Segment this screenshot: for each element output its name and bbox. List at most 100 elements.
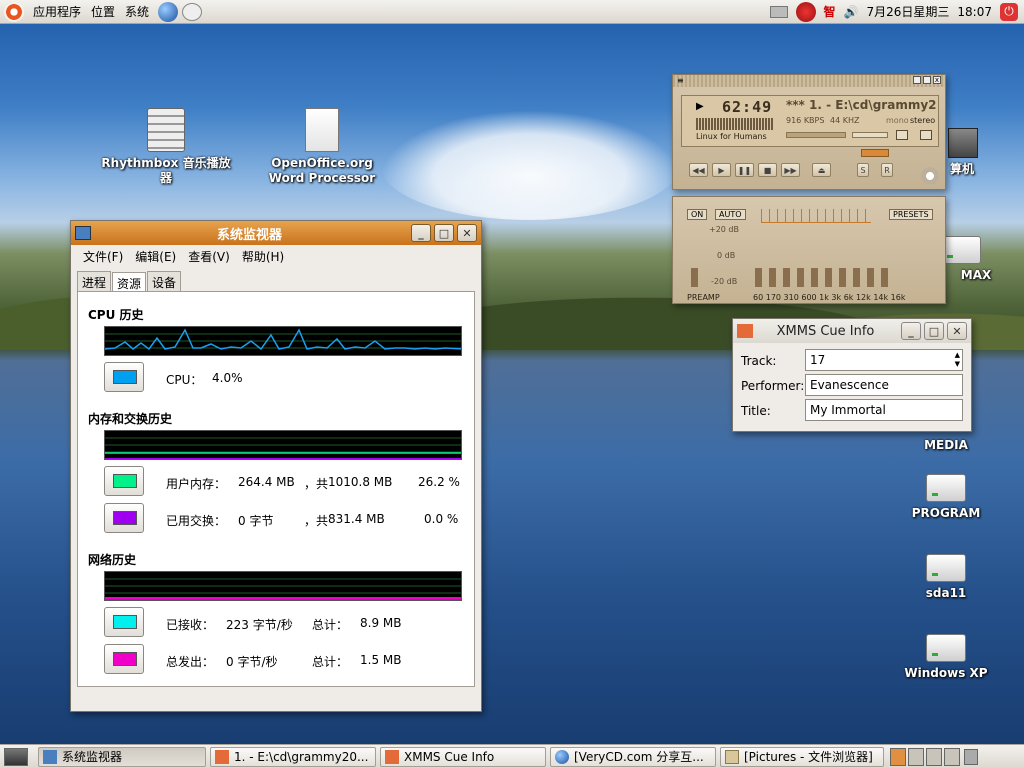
cpu-label: CPU：: [166, 373, 203, 387]
track-spinbox[interactable]: 17 ▲ ▼: [805, 349, 963, 371]
menu-applications[interactable]: 应用程序: [28, 0, 86, 24]
track-title-scroller[interactable]: *** 1. - E:\cd\grammy2: [786, 98, 938, 112]
preamp-slider[interactable]: [691, 268, 698, 287]
minimize-button[interactable]: _: [411, 224, 431, 242]
close-button[interactable]: ✕: [457, 224, 477, 242]
eq-band-slider[interactable]: [853, 268, 860, 287]
folder-icon: [725, 749, 739, 764]
volume-slider[interactable]: [786, 132, 846, 138]
web-browser-icon[interactable]: [158, 1, 179, 22]
desktop-icon-windows-xp[interactable]: Windows XP: [900, 634, 992, 681]
eq-band-slider[interactable]: [839, 268, 846, 287]
play-button[interactable]: ▶: [712, 163, 731, 177]
eq-band-slider[interactable]: [769, 268, 776, 287]
printer-icon[interactable]: [769, 5, 788, 18]
desktop-icon-sda11[interactable]: sda11: [906, 554, 986, 601]
tab-processes[interactable]: 进程: [77, 271, 112, 291]
cue-info-titlebar[interactable]: XMMS Cue Info _ □ ✕: [733, 319, 971, 343]
spin-arrows-icon[interactable]: ▲ ▼: [955, 351, 960, 369]
xmms-logo-icon[interactable]: [921, 167, 939, 185]
performer-field[interactable]: Evanescence: [805, 374, 963, 396]
previous-button[interactable]: ◀◀: [689, 163, 708, 177]
user-memory-color-button[interactable]: [104, 466, 144, 496]
playlist-toggle[interactable]: [920, 130, 932, 140]
eq-band-slider[interactable]: [783, 268, 790, 287]
track-label: Track:: [741, 354, 777, 368]
workspace-4[interactable]: [944, 747, 960, 766]
trash-icon[interactable]: [964, 748, 978, 765]
tab-resources[interactable]: 资源: [112, 272, 147, 292]
input-method-icon[interactable]: 智: [824, 3, 836, 20]
eq-band-slider[interactable]: [797, 268, 804, 287]
minimize-button[interactable]: _: [901, 322, 921, 340]
swap-color-button[interactable]: [104, 503, 144, 533]
mail-icon[interactable]: [182, 2, 203, 21]
xmms-cue-info-window: XMMS Cue Info _ □ ✕ Track: 17 ▲ ▼ Perform…: [732, 318, 972, 432]
eq-band-slider[interactable]: [755, 268, 762, 287]
system-monitor-icon[interactable]: [75, 226, 91, 240]
network-history-heading: 网络历史: [88, 553, 137, 567]
menu-edit[interactable]: 编辑(E): [129, 248, 182, 265]
taskbar-xmms-player[interactable]: 1. - E:\cd\grammy20...: [210, 746, 376, 767]
eq-band-slider[interactable]: [867, 268, 874, 287]
desktop-icon-rhythmbox[interactable]: Rhythmbox 音乐播放器: [96, 108, 236, 186]
cpu-color-button[interactable]: [104, 362, 144, 392]
pause-button[interactable]: ❚❚: [735, 163, 754, 177]
taskbar-xmms-cue-info[interactable]: XMMS Cue Info: [380, 746, 546, 767]
sent-label: 总发出：: [166, 655, 215, 669]
menu-file[interactable]: 文件(F): [77, 248, 129, 265]
desktop-icon-program[interactable]: PROGRAM: [906, 474, 986, 521]
desktop-icon-openoffice-writer[interactable]: OpenOffice.org Word Processor: [262, 108, 382, 186]
eq-band-slider[interactable]: [825, 268, 832, 287]
repeat-button[interactable]: R: [881, 163, 893, 177]
received-label: 已接收：: [166, 618, 215, 632]
maximize-button[interactable]: □: [434, 224, 454, 242]
sent-color-button[interactable]: [104, 644, 144, 674]
menubar: 文件(F) 编辑(E) 查看(V) 帮助(H): [71, 245, 481, 267]
time-display[interactable]: 62:49: [722, 98, 772, 116]
volume-icon[interactable]: 🔊: [844, 5, 859, 19]
taskbar-browser[interactable]: [VeryCD.com 分享互...: [550, 746, 716, 767]
seek-bar[interactable]: [861, 149, 889, 157]
system-monitor-titlebar[interactable]: 系统监视器 _ □ ✕: [71, 221, 481, 245]
desktop-icon-media[interactable]: MEDIA: [906, 438, 986, 453]
workspace-1[interactable]: [890, 747, 906, 766]
eq-band-slider[interactable]: [811, 268, 818, 287]
workspace-switcher[interactable]: [890, 747, 960, 766]
stop-button[interactable]: ■: [758, 163, 777, 177]
menu-system[interactable]: 系统: [120, 0, 154, 24]
xmms-icon: [385, 749, 399, 764]
received-color-button[interactable]: [104, 607, 144, 637]
eq-band-slider[interactable]: [881, 268, 888, 287]
taskbar-file-browser[interactable]: [Pictures - 文件浏览器]: [720, 746, 884, 767]
equalizer-toggle[interactable]: [896, 130, 908, 140]
menu-places[interactable]: 位置: [86, 0, 120, 24]
close-button[interactable]: ✕: [947, 322, 967, 340]
workspace-2[interactable]: [908, 747, 924, 766]
next-button[interactable]: ▶▶: [781, 163, 800, 177]
xmms-minimize-button[interactable]: [913, 76, 921, 84]
show-desktop-button[interactable]: [4, 747, 28, 766]
cue-info-app-icon[interactable]: [737, 324, 753, 338]
clock-time[interactable]: 18:07: [957, 5, 992, 19]
network-icon[interactable]: [795, 1, 816, 22]
eject-button[interactable]: ⏏: [812, 163, 831, 177]
taskbar-system-monitor[interactable]: 系统监视器: [38, 746, 206, 767]
clock-date[interactable]: 7月26日星期三: [867, 3, 950, 20]
title-field[interactable]: My Immortal: [805, 399, 963, 421]
tab-devices[interactable]: 设备: [147, 271, 182, 291]
menu-help[interactable]: 帮助(H): [236, 248, 290, 265]
maximize-button[interactable]: □: [924, 322, 944, 340]
desktop-icon-computer[interactable]: 算机: [942, 128, 982, 177]
xmms-titlebar[interactable]: ≡ x: [673, 75, 945, 87]
shuffle-button[interactable]: S: [857, 163, 869, 177]
received-total-label: 总计：: [312, 618, 349, 632]
xmms-close-button[interactable]: x: [933, 76, 941, 84]
menu-view[interactable]: 查看(V): [182, 248, 236, 265]
workspace-3[interactable]: [926, 747, 942, 766]
logout-icon[interactable]: ⏻: [1000, 2, 1018, 21]
xmms-menu-icon[interactable]: ≡: [677, 76, 684, 85]
balance-slider[interactable]: [852, 132, 888, 138]
xmms-shade-button[interactable]: [923, 76, 931, 84]
ubuntu-logo-icon[interactable]: [4, 1, 24, 22]
